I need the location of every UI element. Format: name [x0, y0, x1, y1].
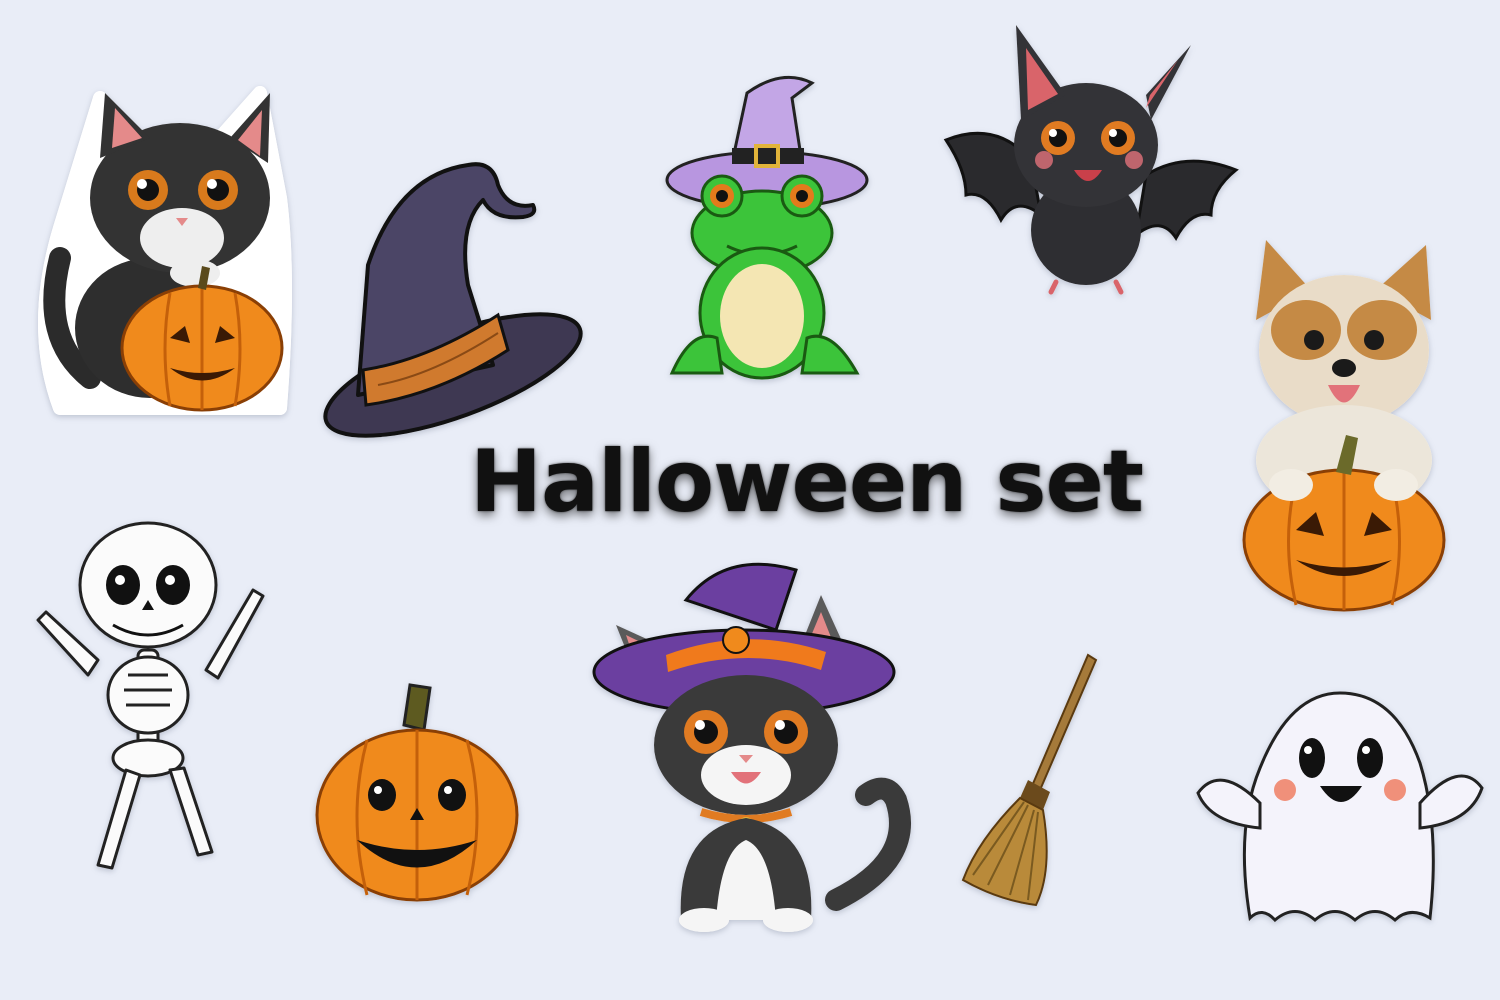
bat-icon [943, 20, 1239, 295]
terrier-with-pumpkin-icon [1236, 240, 1451, 615]
ghost-icon [1190, 688, 1485, 928]
jack-o-lantern-icon [312, 680, 522, 905]
frog-in-witch-hat-icon [662, 68, 869, 388]
kitten-with-pumpkin-icon [30, 78, 292, 418]
witch-hat-icon [318, 155, 588, 438]
page-title: Halloween set [470, 432, 1144, 532]
cat-in-witch-hat-icon [592, 560, 911, 940]
broom-icon [958, 650, 1103, 915]
skeleton-icon [28, 510, 273, 875]
